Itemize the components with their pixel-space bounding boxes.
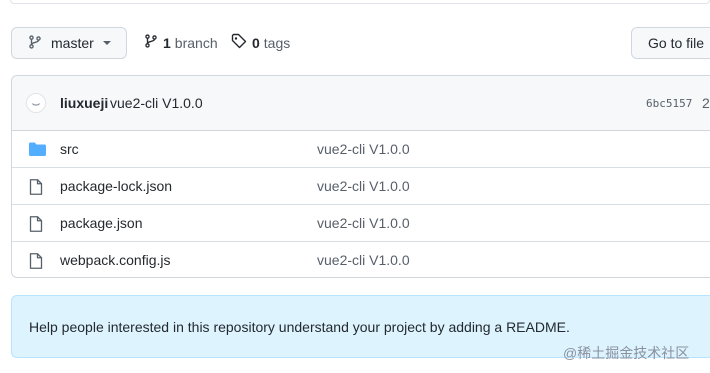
commit-author[interactable]: liuxueji bbox=[60, 95, 108, 111]
file-name[interactable]: package-lock.json bbox=[60, 178, 172, 194]
file-icon bbox=[29, 253, 43, 272]
commit-sha[interactable]: 6bc5157 bbox=[646, 97, 692, 110]
branches-label: branch bbox=[174, 34, 218, 51]
avatar[interactable] bbox=[26, 93, 46, 113]
commit-message[interactable]: vue2-cli V1.0.0 bbox=[110, 95, 203, 111]
branch-name: master bbox=[51, 35, 94, 51]
folder-icon bbox=[29, 142, 46, 160]
git-branch-icon bbox=[144, 33, 158, 52]
file-name[interactable]: webpack.config.js bbox=[60, 252, 171, 268]
tag-count: 0 bbox=[252, 34, 260, 51]
commit-time: 2 bbox=[702, 95, 710, 111]
go-to-file-button[interactable]: Go to file bbox=[631, 27, 710, 59]
readme-notice-text: Help people interested in this repositor… bbox=[29, 319, 570, 335]
file-name[interactable]: package.json bbox=[60, 215, 143, 231]
file-row[interactable]: src vue2-cli V1.0.0 bbox=[12, 131, 710, 168]
git-branch-icon bbox=[28, 34, 42, 53]
tags-label: tags bbox=[263, 34, 291, 51]
tags-link[interactable]: 0 tags bbox=[231, 33, 290, 52]
latest-commit-bar: liuxueji vue2-cli V1.0.0 6bc5157 2 bbox=[12, 76, 710, 131]
file-row[interactable]: webpack.config.js vue2-cli V1.0.0 bbox=[12, 242, 710, 277]
file-commit-message[interactable]: vue2-cli V1.0.0 bbox=[317, 141, 410, 157]
file-name[interactable]: src bbox=[60, 141, 79, 157]
file-icon bbox=[29, 216, 43, 235]
file-commit-message[interactable]: vue2-cli V1.0.0 bbox=[317, 215, 410, 231]
branch-selector-button[interactable]: master bbox=[11, 27, 127, 59]
file-commit-message[interactable]: vue2-cli V1.0.0 bbox=[317, 252, 410, 268]
chevron-down-icon bbox=[102, 41, 111, 45]
file-icon bbox=[29, 179, 43, 198]
branches-link[interactable]: 1 branch bbox=[144, 33, 218, 52]
file-listing: liuxueji vue2-cli V1.0.0 6bc5157 2 src v… bbox=[11, 75, 710, 278]
top-divider bbox=[10, 0, 710, 4]
file-row[interactable]: package-lock.json vue2-cli V1.0.0 bbox=[12, 168, 710, 205]
tag-icon bbox=[231, 33, 247, 52]
branch-count: 1 bbox=[163, 34, 171, 51]
file-commit-message[interactable]: vue2-cli V1.0.0 bbox=[317, 178, 410, 194]
file-row[interactable]: package.json vue2-cli V1.0.0 bbox=[12, 205, 710, 242]
watermark: @稀土掘金技术社区 bbox=[563, 345, 690, 361]
